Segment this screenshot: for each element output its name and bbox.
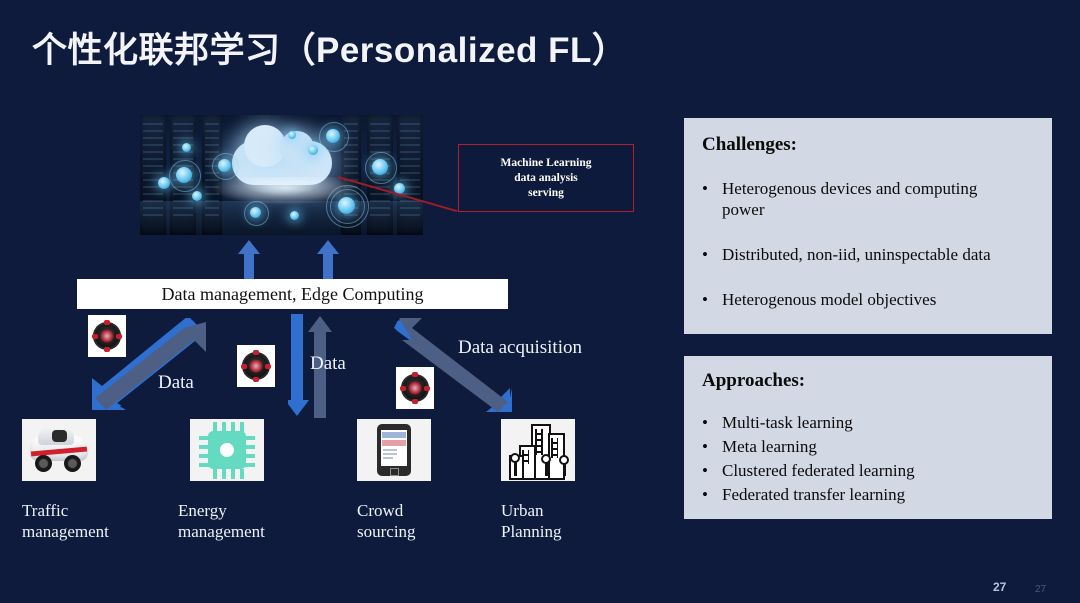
upload-arrow-right	[317, 240, 339, 280]
machine-learning-callout: Machine Learning data analysis serving	[458, 144, 634, 212]
app-label-energy-line1: Energy	[178, 501, 227, 520]
approaches-item-3: Federated transfer learning	[722, 485, 906, 504]
approaches-panel-title: Approaches:	[702, 370, 806, 391]
app-label-traffic-line2: management	[22, 522, 109, 541]
city-skyline-icon	[501, 419, 575, 481]
list-item: • Clustered federated learning	[702, 460, 1032, 481]
app-label-energy-line2: management	[178, 522, 265, 541]
data-management-bar-label: Data management, Edge Computing	[161, 283, 424, 304]
challenges-list: • Heterogenous devices and computing pow…	[702, 178, 1032, 310]
bullet-icon: •	[702, 413, 708, 432]
app-label-urban-line1: Urban	[501, 501, 544, 520]
cpu-chip-icon	[190, 419, 264, 481]
page-title: 个性化联邦学习（Personalized FL）	[32, 31, 628, 70]
flow-label-data-left: Data	[158, 372, 194, 393]
flow-label-data-center: Data	[310, 353, 346, 374]
list-item: • Heterogenous model objectives	[702, 289, 1032, 310]
approaches-item-1: Meta learning	[722, 437, 817, 456]
data-management-bar: Data management, Edge Computing	[77, 279, 508, 309]
list-item: • Distributed, non-iid, uninspectable da…	[702, 244, 1032, 265]
approaches-list: • Multi-task learning • Meta learning • …	[702, 412, 1032, 505]
upload-arrow-left	[238, 240, 260, 280]
toy-car-icon	[22, 419, 96, 481]
app-label-traffic-line1: Traffic	[22, 501, 69, 520]
bullet-icon: •	[702, 437, 708, 456]
app-label-urban-line2: Planning	[501, 522, 562, 541]
list-item: • Multi-task learning	[702, 412, 1032, 433]
callout-line-1: Machine Learning	[500, 156, 592, 169]
list-item: • Heterogenous devices and computing pow…	[702, 178, 1032, 220]
list-item: • Federated transfer learning	[702, 484, 1032, 505]
bullet-icon: •	[702, 245, 708, 264]
network-hub-icon	[237, 345, 275, 387]
approaches-panel: Approaches: • Multi-task learning • Meta…	[684, 356, 1052, 519]
list-item: • Meta learning	[702, 436, 1032, 457]
app-label-crowd-line2: sourcing	[357, 522, 416, 541]
network-hub-icon	[88, 315, 126, 357]
challenges-panel-title: Challenges:	[702, 134, 797, 155]
callout-line-3: serving	[528, 186, 564, 199]
bullet-icon: •	[702, 461, 708, 480]
app-label-traffic: Traffic management	[22, 500, 109, 542]
flow-label-data-acquisition: Data acquisition	[458, 337, 582, 358]
app-label-urban: Urban Planning	[501, 500, 561, 542]
app-label-crowd: Crowd sourcing	[357, 500, 416, 542]
bullet-icon: •	[702, 485, 708, 504]
datacenter-cloud-photo	[140, 115, 423, 235]
tablet-icon	[357, 419, 431, 481]
approaches-item-2: Clustered federated learning	[722, 461, 915, 480]
page-number: 27	[993, 580, 1007, 594]
app-label-energy: Energy management	[178, 500, 265, 542]
slide-canvas: 个性化联邦学习（Personalized FL） Machine Learnin…	[0, 0, 1080, 603]
challenges-panel: Challenges: • Heterogenous devices and c…	[684, 118, 1052, 334]
bullet-icon: •	[702, 290, 708, 309]
app-label-crowd-line1: Crowd	[357, 501, 404, 520]
challenges-item-2: Heterogenous model objectives	[722, 290, 937, 309]
callout-line-2: data analysis	[514, 171, 578, 184]
approaches-item-0: Multi-task learning	[722, 413, 853, 432]
challenges-item-0: Heterogenous devices and computing power	[722, 179, 978, 219]
bullet-icon: •	[702, 179, 708, 198]
machine-learning-callout-text: Machine Learning data analysis serving	[500, 156, 591, 201]
challenges-item-1: Distributed, non-iid, uninspectable data	[722, 245, 991, 264]
network-hub-icon	[396, 367, 434, 409]
page-number-watermark: 27	[1035, 584, 1047, 595]
